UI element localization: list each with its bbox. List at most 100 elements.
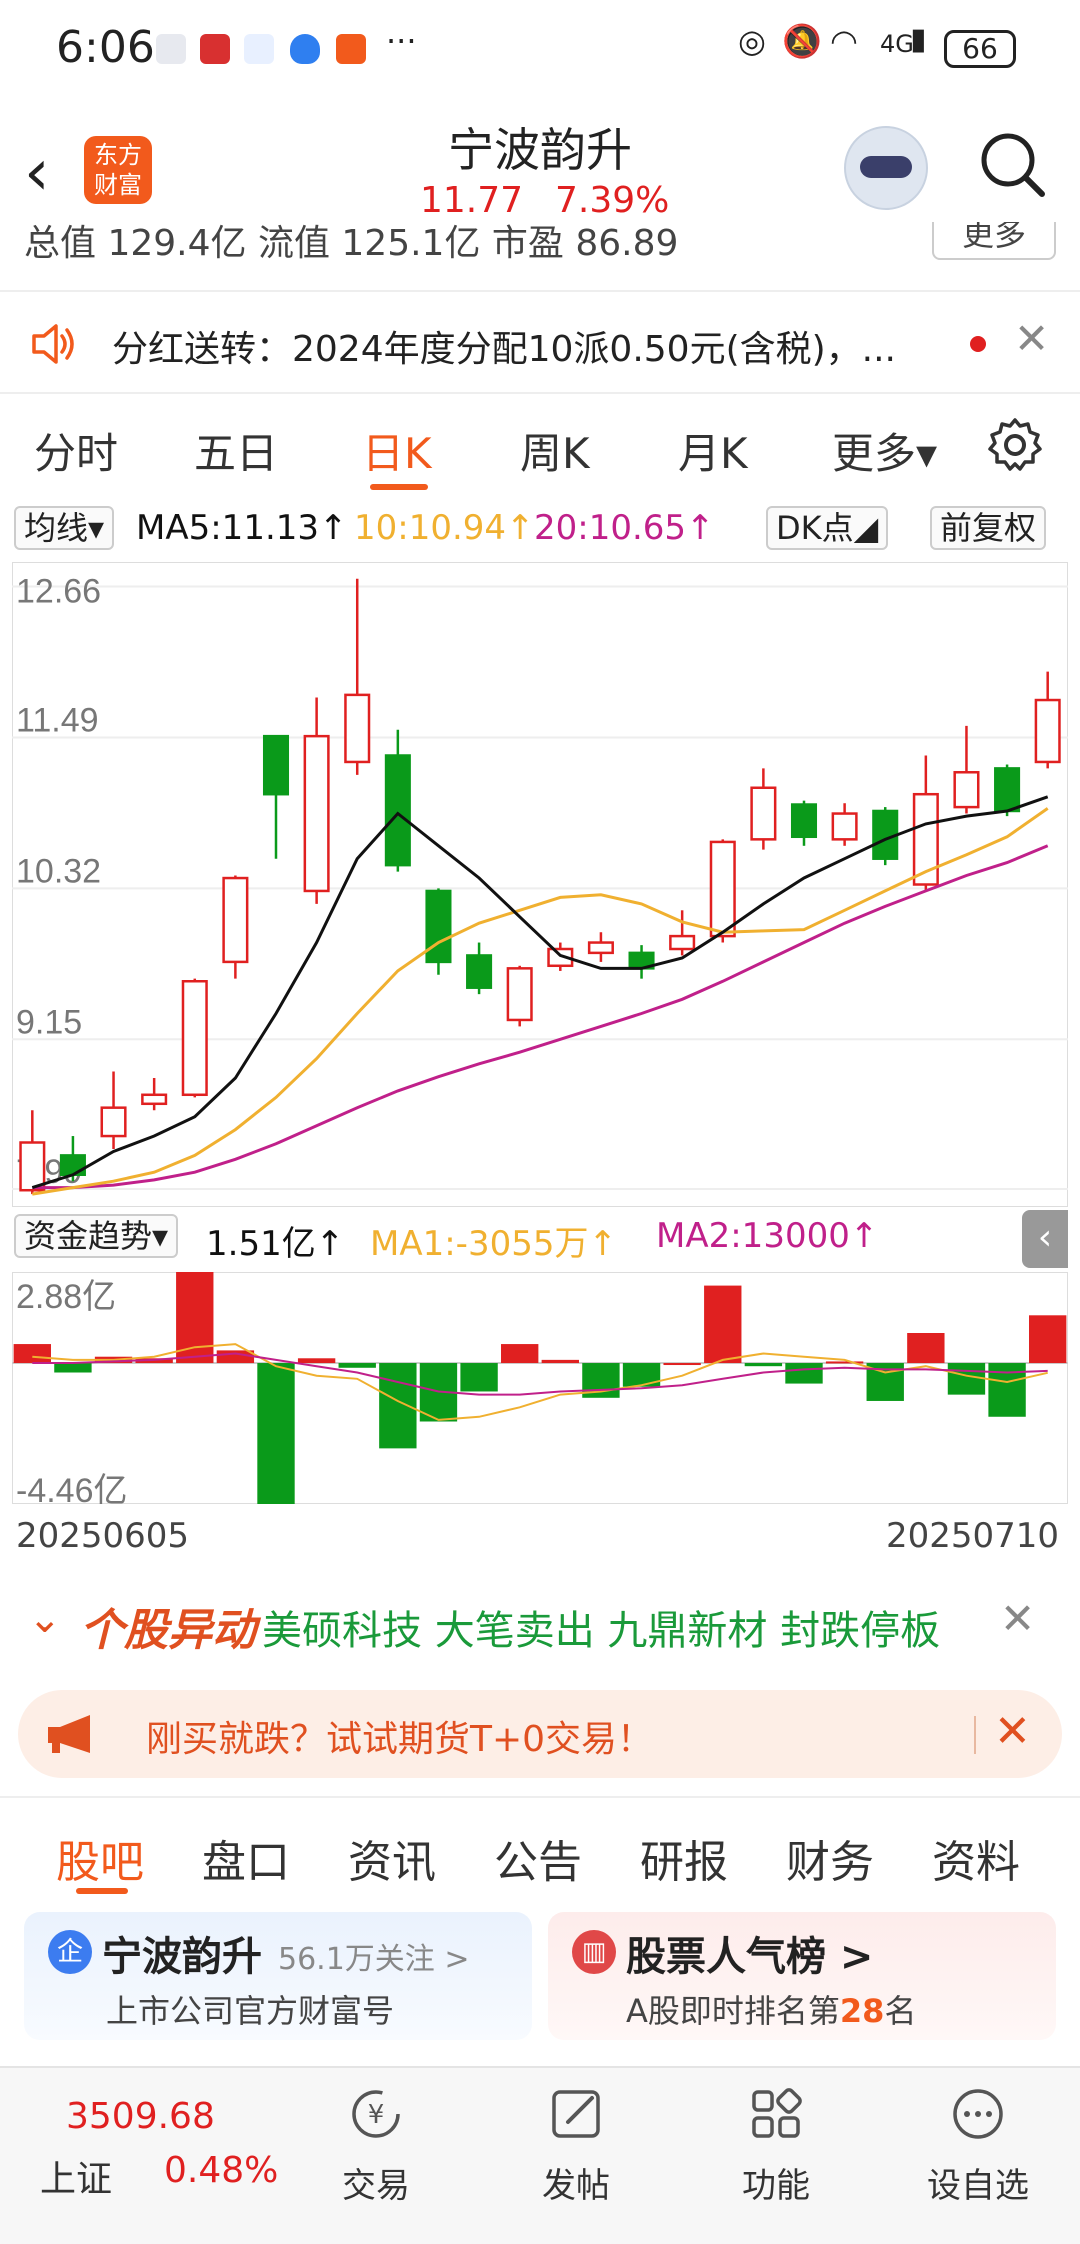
tab-week-k[interactable]: 周K [520, 420, 590, 481]
nav-label: 交易 [342, 2166, 410, 2206]
nav-label: 发帖 [542, 2166, 610, 2206]
edit-icon [552, 2090, 600, 2138]
tab-profile[interactable]: 资料 [932, 1826, 1020, 1890]
tab-finance[interactable]: 财务 [786, 1826, 874, 1890]
nav-add-watchlist[interactable]: 设自选 [908, 2084, 1048, 2207]
chevron-left-icon[interactable]: ‹ [24, 136, 50, 210]
tab-guba[interactable]: 股吧 [56, 1826, 144, 1890]
candle-body [59, 1154, 86, 1177]
candle-body [587, 941, 614, 955]
candle-body [953, 771, 980, 809]
svg-text:¥: ¥ [368, 2100, 385, 2130]
index-change-pct[interactable]: 0.48% [164, 2150, 278, 2191]
fund-bar [501, 1344, 539, 1364]
tab-month-k[interactable]: 月K [678, 420, 748, 481]
y-tick-label: 10.32 [16, 852, 101, 890]
more-dots-icon [953, 2089, 1003, 2139]
official-account-card[interactable]: 企 宁波韵升 56.1万关注 > 上市公司官方财富号 [24, 1912, 532, 2040]
rank-suffix: 名 [884, 1992, 917, 2030]
tab-more[interactable]: 更多▾ [832, 420, 937, 481]
y-tick-label: -4.46亿 [16, 1472, 128, 1504]
fund-bar [785, 1363, 823, 1384]
nav-trade[interactable]: ¥ 交易 [306, 2084, 446, 2207]
candlestick-chart[interactable]: 12.6611.4910.329.157.99 [12, 562, 1068, 1207]
date-end: 20250710 [886, 1516, 1060, 1556]
dividend-notice[interactable]: 分红送转：2024年度分配10派0.50元(含税)，... ✕ [0, 290, 1080, 394]
rank-chart-icon: ▥ [572, 1930, 616, 1974]
fund-bar [907, 1333, 945, 1364]
logo-text: 东方 [94, 141, 142, 169]
chevron-down-icon[interactable]: ⌄ [28, 1596, 62, 1642]
chart-frame [12, 1272, 1068, 1504]
tab-announcements[interactable]: 公告 [494, 1826, 582, 1890]
fund-bar [13, 1344, 51, 1364]
abnormal-items[interactable]: 美硕科技 大笔卖出 九鼎新材 封跌停板 [262, 1598, 940, 1656]
status-time: 6:06 [56, 22, 155, 73]
wifi-icon: ◠ [830, 22, 858, 60]
index-value[interactable]: 3509.68 [66, 2096, 215, 2137]
card-subtitle: A股即时排名第28名 [626, 1986, 916, 2032]
tab-news[interactable]: 资讯 [348, 1826, 436, 1890]
index-name[interactable]: 上证 [40, 2150, 112, 2202]
more-button[interactable]: 更多 [932, 222, 1056, 260]
adjust-button[interactable]: 前复权 [930, 506, 1047, 550]
stock-title[interactable]: 宁波韵升 [390, 114, 690, 180]
close-icon[interactable]: ✕ [994, 1706, 1031, 1757]
fund-bar [1029, 1315, 1067, 1364]
active-tab-indicator [76, 1888, 128, 1894]
abnormal-movement-bar[interactable]: ⌄ 个股异动 美硕科技 大笔卖出 九鼎新材 封跌停板 ✕ [0, 1590, 1080, 1660]
more-notifications-icon: ··· [386, 22, 417, 60]
y-tick-label: 2.88亿 [16, 1278, 116, 1316]
fund-bar [297, 1358, 336, 1364]
unread-dot [970, 336, 986, 352]
follow-count: 56.1万关注 > [278, 1942, 470, 1977]
candle-body [141, 1093, 168, 1106]
popularity-rank-card[interactable]: ▥ 股票人气榜 > A股即时排名第28名 [548, 1912, 1056, 2040]
logo-text: 财富 [94, 171, 142, 199]
candle-body [19, 1141, 46, 1192]
nav-post[interactable]: 发帖 [506, 2084, 646, 2207]
fund-indicator-select[interactable]: 资金趋势▾ [14, 1214, 179, 1258]
candle-body [181, 980, 208, 1097]
candle-body [344, 693, 371, 764]
rank-number: 28 [839, 1992, 885, 2030]
fund-legend-row: 资金趋势▾ 1.51亿↑ MA1:-3055万↑ MA2:13000↑ [0, 1212, 1080, 1264]
fund-bar [257, 1363, 295, 1504]
futures-text: 刚买就跌？试试期货T+0交易！ [146, 1719, 654, 1760]
gear-icon[interactable] [986, 416, 1044, 474]
dk-point-button[interactable]: DK点◢ [766, 506, 889, 550]
y-tick-label: 9.15 [16, 1003, 82, 1041]
tab-research[interactable]: 研报 [640, 1826, 728, 1890]
tab-fenshi[interactable]: 分时 [34, 420, 118, 481]
notification-app-icon [244, 34, 274, 64]
indicator-select[interactable]: 均线▾ [14, 506, 115, 550]
candle-body [1034, 698, 1061, 764]
candle-body [831, 812, 858, 841]
candle-body [506, 967, 533, 1022]
stock-price: 11.77 [420, 180, 524, 221]
fund-bar [379, 1363, 417, 1449]
close-icon[interactable]: ✕ [1014, 314, 1049, 363]
mute-icon: 🔕 [782, 22, 822, 60]
y-tick-label: 12.66 [16, 573, 101, 611]
ma10-value: 10:10.94↑ [354, 508, 535, 548]
nav-label: 功能 [742, 2166, 810, 2206]
fund-bar [663, 1363, 701, 1366]
nav-functions[interactable]: 功能 [706, 2084, 846, 2207]
card-title: 股票人气榜 > [626, 1934, 874, 1980]
search-icon[interactable] [976, 128, 1048, 200]
fund-bar [54, 1363, 92, 1373]
fund-flow-chart[interactable]: 2.88亿 -4.46亿 [12, 1272, 1068, 1504]
app-logo[interactable]: 东方 财富 [84, 136, 152, 204]
fund-ma2: MA2:13000↑ [656, 1216, 879, 1256]
close-icon[interactable]: ✕ [1000, 1594, 1035, 1643]
tab-pankou[interactable]: 盘口 [202, 1826, 290, 1890]
collapse-panel-button[interactable]: ‹ [1022, 1210, 1068, 1268]
tab-five-day[interactable]: 五日 [194, 420, 278, 481]
candle-body [303, 734, 330, 893]
tab-day-k[interactable]: 日K [362, 420, 432, 481]
cell-signal-icon: ▮ [910, 22, 927, 57]
candle-body [384, 754, 411, 867]
fund-bar [744, 1363, 783, 1367]
futures-banner[interactable]: 刚买就跌？试试期货T+0交易！ ✕ [18, 1690, 1062, 1778]
